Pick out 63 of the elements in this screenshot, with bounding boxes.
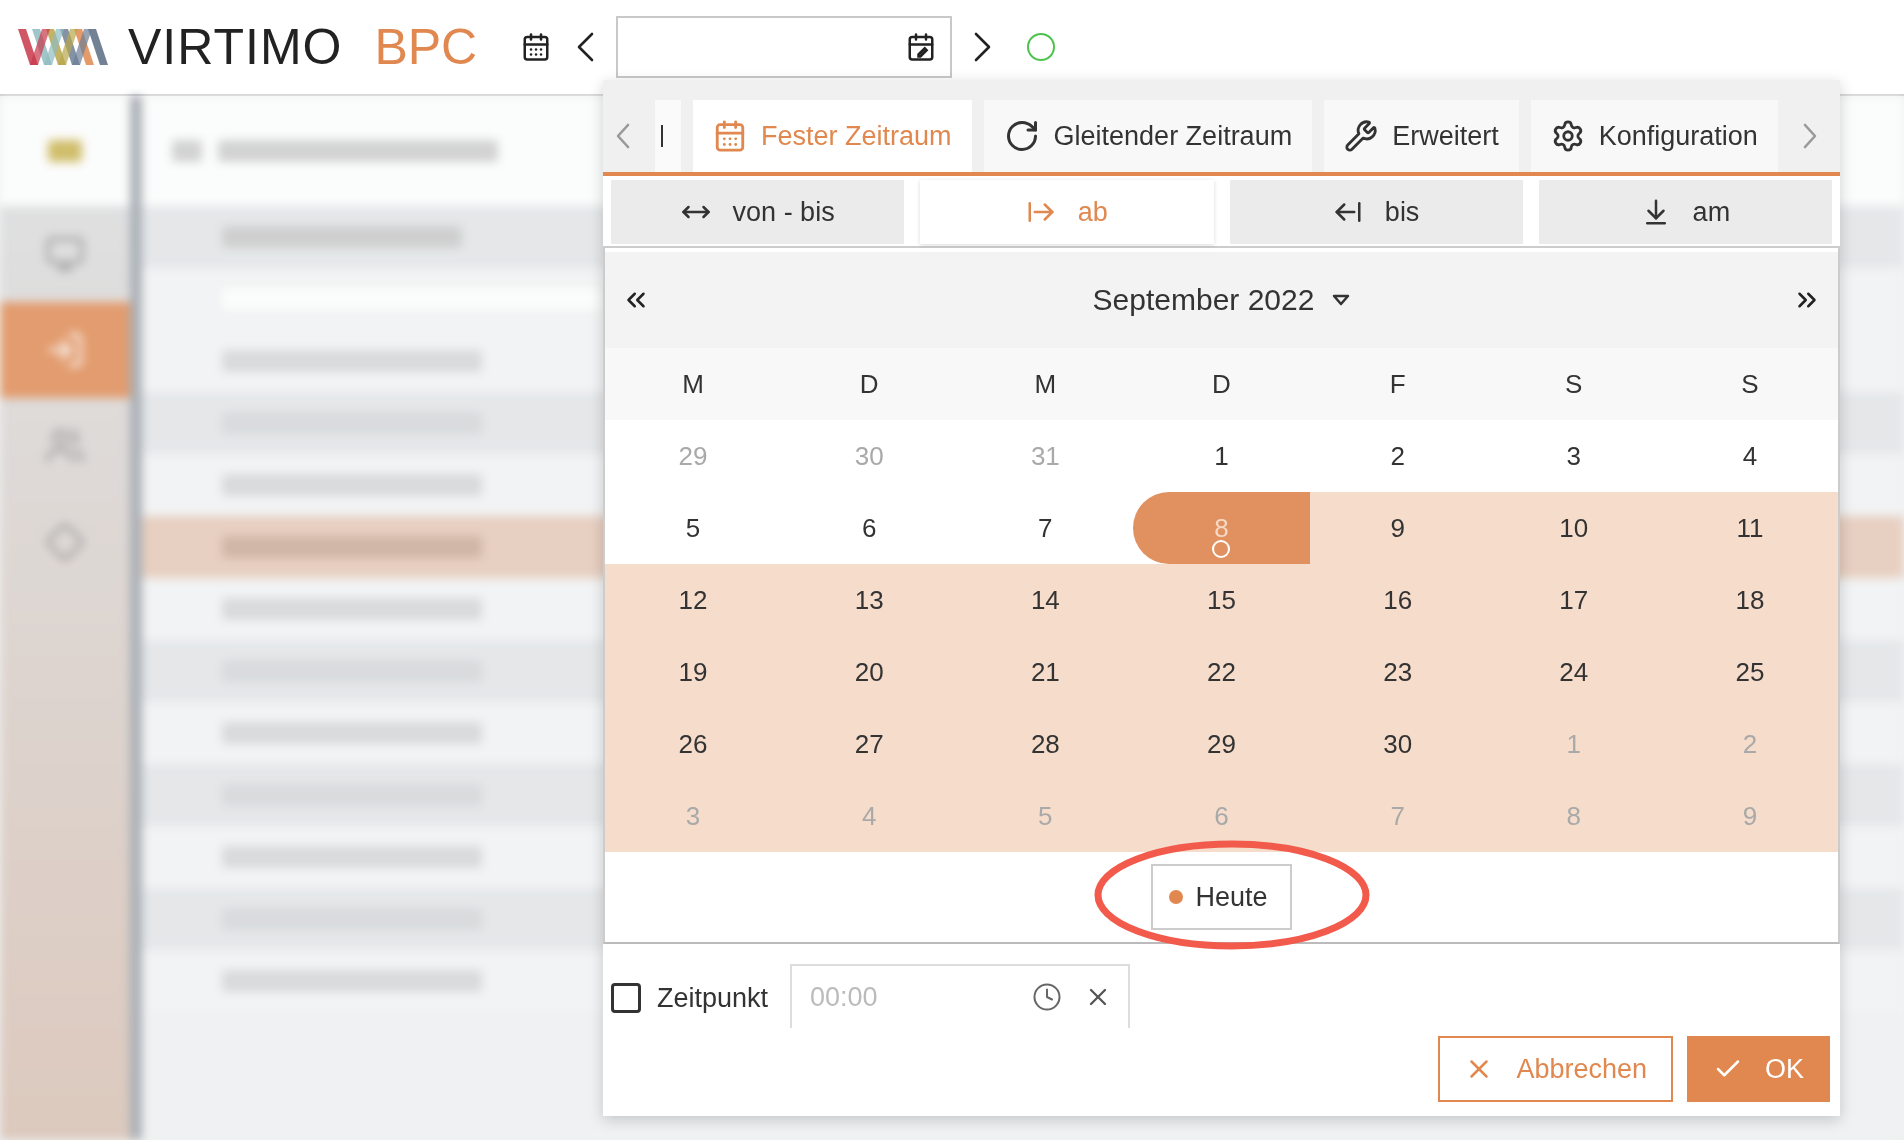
calendar-day[interactable]: 30 xyxy=(1309,708,1486,780)
calendar-day[interactable]: 10 xyxy=(1485,492,1662,564)
calendar-day[interactable]: 3 xyxy=(1485,420,1662,492)
calendar-icon xyxy=(713,119,747,153)
tab[interactable]: Erweitert xyxy=(1324,100,1519,172)
calendar-day[interactable]: 19 xyxy=(605,636,782,708)
weekday-label: D xyxy=(781,348,958,420)
calendar-day[interactable]: 22 xyxy=(1133,636,1310,708)
calendar-day[interactable]: 29 xyxy=(1133,708,1310,780)
calendar-day[interactable]: 25 xyxy=(1661,636,1838,708)
calendar-day[interactable]: 17 xyxy=(1485,564,1662,636)
status-indicator xyxy=(1027,33,1056,61)
weekday-label: D xyxy=(1133,348,1310,420)
calendar-day[interactable]: 28 xyxy=(957,708,1134,780)
calendar-day[interactable]: 7 xyxy=(957,492,1134,564)
calendar-day[interactable]: 11 xyxy=(1661,492,1838,564)
calendar-day[interactable]: 21 xyxy=(957,636,1134,708)
dropdown-caret-icon xyxy=(1332,294,1351,306)
calendar-day[interactable]: 24 xyxy=(1485,636,1662,708)
today-button[interactable]: Heute xyxy=(1151,864,1292,930)
calendar-day[interactable]: 6 xyxy=(781,492,958,564)
mode-tab[interactable]: von - bis xyxy=(611,180,905,244)
calendar-day[interactable]: 1 xyxy=(1133,420,1310,492)
calendar-day[interactable]: 18 xyxy=(1661,564,1838,636)
calendar-day[interactable]: 23 xyxy=(1309,636,1486,708)
chevron-right-icon xyxy=(1802,123,1817,149)
calendar-day[interactable]: 12 xyxy=(605,564,782,636)
weekday-label: M xyxy=(605,348,782,420)
chevron-left-icon xyxy=(577,32,595,62)
tab[interactable]: Konfiguration xyxy=(1530,100,1778,172)
calendar-edit-icon[interactable] xyxy=(906,32,937,62)
calendar-day[interactable]: 15 xyxy=(1133,564,1310,636)
calendar-day[interactable]: 16 xyxy=(1309,564,1486,636)
logo-text: VIRTIMO xyxy=(128,18,343,76)
weekday-label: M xyxy=(957,348,1134,420)
calendar-day[interactable]: 9 xyxy=(1309,492,1486,564)
calendar-day[interactable]: 26 xyxy=(605,708,782,780)
mode-tab[interactable]: bis xyxy=(1229,180,1523,244)
tab[interactable]: Gleitender Zeitraum xyxy=(983,100,1313,172)
logo-mark-icon xyxy=(18,29,110,65)
checkbox-label: Zeitpunkt xyxy=(657,982,769,1014)
weekday-label: F xyxy=(1309,348,1486,420)
checkbox[interactable] xyxy=(611,983,641,1013)
wrench-icon xyxy=(1344,119,1379,153)
chevron-left-icon xyxy=(616,123,630,149)
calendar-day[interactable]: 5 xyxy=(605,492,782,564)
clock-icon[interactable] xyxy=(1032,982,1063,1012)
time-field[interactable]: 00:00 xyxy=(790,964,1131,1028)
calendar-day[interactable]: 27 xyxy=(781,708,958,780)
chevron-right-icon xyxy=(974,32,992,62)
weekday-label: S xyxy=(1485,348,1662,420)
calendar-day[interactable]: 14 xyxy=(957,564,1134,636)
product-name: BPC xyxy=(374,18,478,76)
tab-edge xyxy=(655,100,681,172)
mode-tab[interactable]: am xyxy=(1538,180,1832,244)
date-field[interactable] xyxy=(616,16,953,78)
calendar-day[interactable]: 13 xyxy=(781,564,958,636)
calendar-day[interactable]: 2 xyxy=(1309,420,1486,492)
calendar-day[interactable]: 4 xyxy=(1661,420,1838,492)
today-marker xyxy=(1212,540,1231,558)
month-selector[interactable]: September 2022 xyxy=(1086,282,1357,318)
calendar-day[interactable]: 20 xyxy=(781,636,958,708)
weekday-label: S xyxy=(1661,348,1838,420)
